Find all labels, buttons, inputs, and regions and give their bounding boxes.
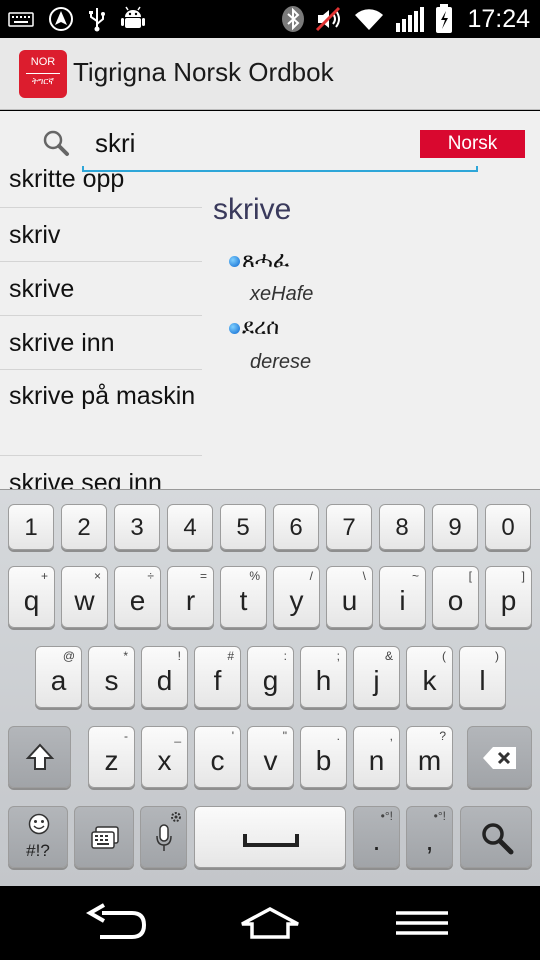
status-bar: 17:24 bbox=[0, 0, 540, 38]
list-item[interactable]: skrive på maskin bbox=[0, 370, 202, 456]
key-l[interactable]: ) l bbox=[459, 646, 506, 708]
navigation-bar bbox=[0, 886, 540, 960]
key-c[interactable]: ' c bbox=[194, 726, 241, 788]
key-4[interactable]: 4 bbox=[167, 504, 213, 550]
soft-keyboard: 1 2 3 4 5 6 7 8 9 0 + q × w ÷ e = r % t / y \ u… bbox=[0, 489, 540, 886]
space-icon bbox=[243, 834, 299, 847]
key-d[interactable]: ! d bbox=[141, 646, 188, 708]
backspace-icon bbox=[483, 747, 516, 769]
translation-tigrigna: ደረሰ bbox=[242, 315, 280, 340]
backspace-key[interactable] bbox=[467, 726, 532, 788]
dictionary-content: Norsk skritte opp skriv skrive skrive in… bbox=[0, 111, 540, 489]
space-bar[interactable] bbox=[194, 806, 346, 868]
key-k[interactable]: (k bbox=[406, 646, 453, 708]
key-u[interactable]: \ u bbox=[326, 566, 373, 628]
comma-key[interactable]: •°!, bbox=[406, 806, 453, 868]
search-key[interactable] bbox=[460, 806, 532, 868]
keyboard-settings-key[interactable] bbox=[74, 806, 134, 868]
bullet-icon bbox=[229, 323, 240, 334]
key-r[interactable]: = r bbox=[167, 566, 214, 628]
period-key[interactable]: •°!. bbox=[353, 806, 400, 868]
list-item[interactable]: skrive bbox=[0, 262, 202, 316]
wifi-icon bbox=[355, 9, 384, 31]
key-s[interactable]: * s bbox=[88, 646, 135, 708]
key-o[interactable]: [o bbox=[432, 566, 479, 628]
app-bar: NOR ትግርኛ Tigrigna Norsk Ordbok bbox=[0, 38, 540, 110]
keyboard-icon bbox=[91, 826, 119, 849]
back-icon[interactable] bbox=[86, 903, 150, 943]
key-f[interactable]: # f bbox=[194, 646, 241, 708]
search-icon bbox=[43, 130, 69, 156]
key-a[interactable]: @ a bbox=[35, 646, 82, 708]
menu-icon[interactable] bbox=[394, 910, 450, 938]
logo-top-text: NOR bbox=[30, 56, 56, 68]
status-time: 17:24 bbox=[467, 4, 530, 33]
signal-icon bbox=[396, 7, 425, 32]
emoji-symbols-key[interactable]: #!? bbox=[8, 806, 68, 868]
shift-key[interactable] bbox=[8, 726, 71, 788]
key-t[interactable]: % t bbox=[220, 566, 267, 628]
search-input[interactable] bbox=[95, 123, 395, 163]
language-toggle-button[interactable]: Norsk bbox=[420, 130, 525, 158]
key-0[interactable]: 0 bbox=[485, 504, 531, 550]
key-8[interactable]: 8 bbox=[379, 504, 425, 550]
translation-romanized: xeHafe bbox=[250, 283, 314, 305]
key-m[interactable]: ? m bbox=[406, 726, 453, 788]
shift-icon bbox=[25, 743, 55, 770]
voice-input-key[interactable] bbox=[140, 806, 187, 868]
key-9[interactable]: 9 bbox=[432, 504, 478, 550]
smiley-icon bbox=[28, 813, 50, 835]
key-q[interactable]: + q bbox=[8, 566, 55, 628]
usb-icon bbox=[89, 8, 105, 32]
keyboard-icon bbox=[8, 12, 34, 27]
key-i[interactable]: ~ i bbox=[379, 566, 426, 628]
key-1[interactable]: 1 bbox=[8, 504, 54, 550]
search-icon bbox=[482, 823, 514, 855]
key-h[interactable]: ; h bbox=[300, 646, 347, 708]
list-item[interactable]: skrive inn bbox=[0, 316, 202, 370]
key-g[interactable]: :g bbox=[247, 646, 294, 708]
key-z[interactable]: -z bbox=[88, 726, 135, 788]
logo-bottom-text: ትግርኛ bbox=[32, 77, 54, 87]
home-icon[interactable] bbox=[238, 906, 302, 940]
app-title: Tigrigna Norsk Ordbok bbox=[73, 57, 334, 87]
key-7[interactable]: 7 bbox=[326, 504, 372, 550]
key-b[interactable]: .b bbox=[300, 726, 347, 788]
word-list[interactable]: skritte opp skriv skrive skrive inn skri… bbox=[0, 169, 202, 489]
translation-romanized: derese bbox=[250, 351, 312, 373]
key-n[interactable]: ,n bbox=[353, 726, 400, 788]
key-p[interactable]: ] p bbox=[485, 566, 532, 628]
list-item[interactable]: skritte opp bbox=[0, 169, 202, 208]
key-e[interactable]: ÷ e bbox=[114, 566, 161, 628]
app-logo: NOR ትግርኛ bbox=[19, 50, 67, 98]
microphone-icon bbox=[156, 824, 172, 851]
battery-icon bbox=[436, 4, 453, 33]
translation-tigrigna: ጸሓፈ bbox=[242, 248, 290, 273]
key-6[interactable]: 6 bbox=[273, 504, 319, 550]
bluetooth-icon bbox=[282, 6, 305, 32]
key-w[interactable]: × w bbox=[61, 566, 108, 628]
key-5[interactable]: 5 bbox=[220, 504, 266, 550]
android-debug-icon bbox=[121, 6, 145, 28]
key-v[interactable]: " v bbox=[247, 726, 294, 788]
list-item[interactable]: skriv bbox=[0, 208, 202, 262]
mute-icon bbox=[316, 6, 341, 32]
key-y[interactable]: / y bbox=[273, 566, 320, 628]
entry-headword: skrive bbox=[213, 193, 292, 226]
navigation-icon bbox=[49, 7, 73, 31]
key-2[interactable]: 2 bbox=[61, 504, 107, 550]
symbols-label: #!? bbox=[26, 841, 50, 860]
key-3[interactable]: 3 bbox=[114, 504, 160, 550]
key-j[interactable]: & j bbox=[353, 646, 400, 708]
key-x[interactable]: _ x bbox=[141, 726, 188, 788]
list-item[interactable]: skrive seg inn bbox=[0, 456, 202, 489]
gear-icon bbox=[171, 812, 181, 822]
bullet-icon bbox=[229, 256, 240, 267]
